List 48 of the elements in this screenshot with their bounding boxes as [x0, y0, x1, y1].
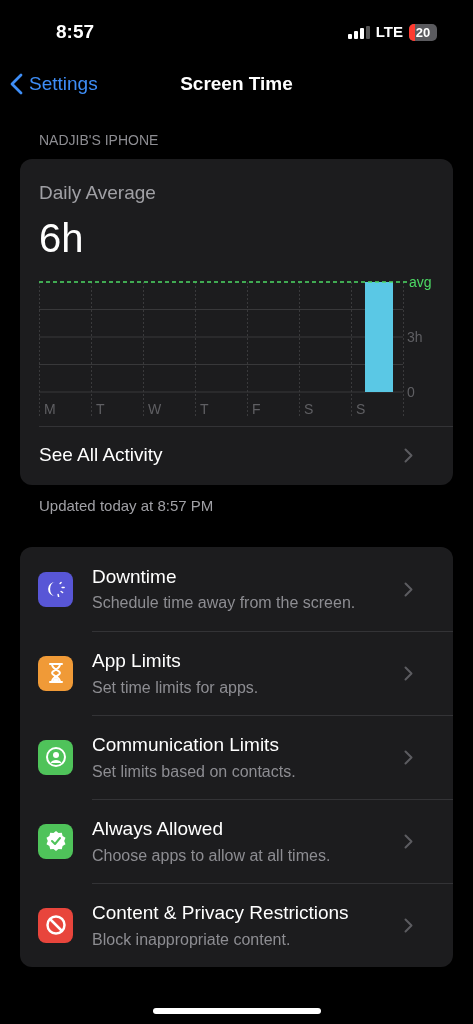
checkmark-seal-icon — [44, 830, 67, 852]
settings-row[interactable]: Communication Limits Set limits based on contacts. — [20, 715, 453, 799]
axis-tick-label: 0 — [407, 383, 415, 400]
row-subtitle: Set time limits for apps. — [92, 677, 260, 698]
axis-tick-label: 3h — [407, 328, 423, 345]
signal-icon — [347, 25, 370, 39]
day-label: M — [44, 400, 56, 417]
day-label: S — [356, 400, 366, 417]
status-time: 8:57 — [56, 19, 95, 44]
day-label: S — [304, 400, 314, 417]
network-label: LTE — [375, 21, 403, 42]
settings-row[interactable]: App Limits Set time limits for apps. — [20, 631, 453, 715]
person-circle-icon — [44, 746, 67, 768]
day-label: T — [96, 400, 105, 417]
prohibited-icon — [44, 914, 67, 936]
chevron-icon — [404, 834, 413, 849]
row-subtitle: Schedule time away from the screen. — [92, 593, 357, 614]
day-label: W — [148, 400, 162, 417]
row-subtitle: Choose apps to allow at all times. — [92, 845, 332, 866]
row-title: Content & Privacy Restrictions — [92, 901, 350, 925]
row-title: App Limits — [92, 649, 182, 673]
updated-note: Updated today at 8:57 PM — [38, 495, 215, 516]
settings-row[interactable]: Content & Privacy Restrictions Block inappropriate content. — [20, 883, 453, 967]
back-chevron-icon — [10, 73, 23, 96]
daily-average-label: Daily Average — [39, 181, 157, 205]
row-title: Always Allowed — [92, 817, 224, 841]
chevron-icon — [404, 666, 413, 681]
row-subtitle: Block inappropriate content. — [92, 929, 292, 950]
moon-clock-icon — [46, 581, 65, 597]
daily-average-value: 6h — [39, 217, 85, 258]
average-label: avg — [409, 273, 432, 290]
hourglass-icon — [46, 662, 65, 684]
chevron-icon — [404, 750, 413, 765]
page-title: Screen Time — [180, 71, 293, 96]
section-header: NADJIB'S IPHONE — [38, 131, 160, 150]
day-label: T — [200, 400, 209, 417]
back-button[interactable]: Settings — [10, 70, 98, 99]
row-title: Communication Limits — [92, 733, 280, 757]
row-title: Downtime — [92, 564, 178, 589]
chevron-icon — [404, 918, 413, 933]
battery-indicator: 20 — [409, 23, 437, 41]
row-subtitle: Set limits based on contacts. — [92, 761, 297, 782]
day-label: F — [252, 400, 261, 417]
settings-row[interactable]: Downtime Schedule time away from the screen. — [20, 547, 453, 631]
see-all-activity-link[interactable]: See All Activity — [20, 426, 453, 485]
chevron-icon — [404, 581, 413, 597]
chevron-icon — [404, 448, 413, 463]
settings-row[interactable]: Always Allowed Choose apps to allow at all times. — [20, 799, 453, 883]
